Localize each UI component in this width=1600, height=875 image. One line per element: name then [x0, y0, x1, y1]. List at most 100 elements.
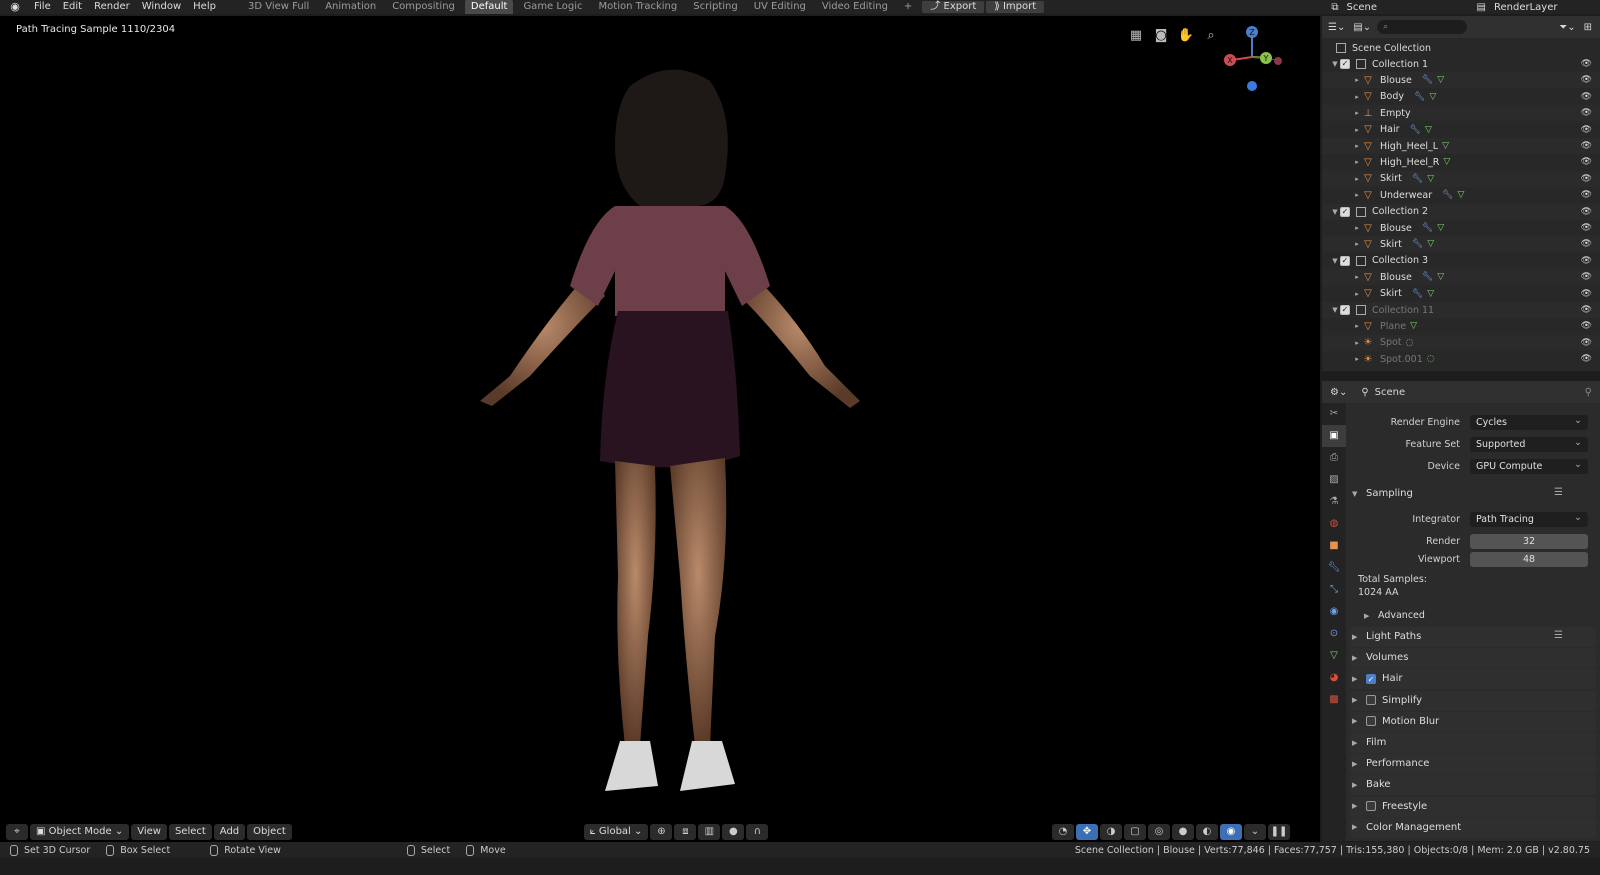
pause-render-icon[interactable]: ❚❚	[1268, 824, 1290, 840]
panel-enable-checkbox[interactable]	[1366, 801, 1376, 812]
modifier-tab-icon[interactable]: 🔧︎	[1322, 557, 1346, 579]
eye-visibility-icon[interactable]: 👁︎	[1581, 338, 1592, 348]
navigation-gizmo[interactable]: Z X Y	[1222, 22, 1286, 94]
world-tab-icon[interactable]: ◍	[1322, 513, 1346, 535]
eye-visibility-icon[interactable]: 👁︎	[1581, 157, 1592, 167]
menu-window[interactable]: Window	[136, 0, 187, 14]
eye-visibility-icon[interactable]: 👁︎	[1581, 321, 1592, 331]
eye-visibility-icon[interactable]: 👁︎	[1581, 354, 1592, 364]
collapse-triangle-icon[interactable]: ▼	[1330, 306, 1340, 314]
view-layer-tab-icon[interactable]: ▨	[1322, 469, 1346, 491]
snap-target-icon[interactable]: ▥	[698, 824, 721, 840]
camera-view-icon[interactable]: ◙	[1151, 26, 1171, 46]
outliner-object-row[interactable]: ▸ ☀ Spot ◌ 👁︎	[1322, 334, 1600, 351]
mesh-data-icon[interactable]: ▽	[1442, 141, 1449, 151]
expand-triangle-icon[interactable]: ▸	[1352, 76, 1362, 84]
snap-icon[interactable]: ⧈	[674, 824, 697, 840]
grid-view-icon[interactable]: ▦	[1126, 26, 1146, 46]
xray-toggle-icon[interactable]: ▢	[1124, 824, 1146, 840]
new-collection-icon[interactable]: ⊞	[1584, 22, 1592, 33]
expand-triangle-icon[interactable]: ▸	[1352, 273, 1362, 281]
rendered-shading-icon[interactable]: ◉	[1220, 824, 1242, 840]
panel-header[interactable]: ▶ Color Management	[1352, 822, 1461, 833]
expand-triangle-icon[interactable]: ▸	[1352, 339, 1362, 347]
select-menu[interactable]: Select	[168, 824, 212, 840]
tab-default[interactable]: Default	[464, 0, 514, 14]
eye-visibility-icon[interactable]: 👁︎	[1581, 190, 1592, 200]
pin-icon[interactable]: ⚲	[1585, 387, 1592, 398]
feature-set-dropdown[interactable]: Supported	[1470, 435, 1588, 452]
mesh-data-icon[interactable]: ▽	[1429, 92, 1436, 102]
wrench-modifier-icon[interactable]: 🔧︎	[1422, 272, 1433, 282]
tab-scripting[interactable]: Scripting	[687, 0, 743, 14]
outliner-collection-row[interactable]: ▼ ✓ Collection 1 👁︎	[1322, 56, 1600, 72]
outliner-object-row[interactable]: ▸ ▽ Skirt 🔧︎ ▽ 👁︎	[1322, 236, 1600, 253]
layer-selector-icon[interactable]: ▤	[1473, 2, 1490, 13]
expand-triangle-icon[interactable]: ▸	[1352, 126, 1362, 134]
object-tab-icon[interactable]: ■	[1322, 535, 1346, 557]
expand-triangle-icon[interactable]: ▸	[1352, 191, 1362, 199]
mesh-data-icon[interactable]: ▽	[1458, 190, 1465, 200]
render-tab-icon[interactable]: ▣	[1322, 425, 1346, 447]
scene-name-field[interactable]: Scene	[1343, 2, 1473, 13]
exclude-checkbox[interactable]: ✓	[1340, 255, 1350, 266]
tab-game-logic[interactable]: Game Logic	[517, 0, 588, 14]
eye-visibility-icon[interactable]: 👁︎	[1581, 239, 1592, 249]
3d-viewport[interactable]: Path Tracing Sample 1110/2304 ▦ ◙ ✋ ⌕ Z …	[0, 16, 1320, 856]
export-button[interactable]: ⤴ Export	[922, 1, 985, 13]
viewport-samples-field[interactable]: 48	[1470, 552, 1588, 567]
outliner-object-row[interactable]: ▸ ▽ High_Heel_R ▽ 👁︎	[1322, 154, 1600, 170]
constraints-tab-icon[interactable]: ⊙	[1322, 623, 1346, 645]
tab-compositing[interactable]: Compositing	[386, 0, 461, 14]
outliner-collection-row[interactable]: ▼ ✓ Collection 2 👁︎	[1322, 203, 1600, 220]
light-data-icon[interactable]: ◌	[1406, 338, 1414, 348]
outliner-object-row[interactable]: ▸ ▽ Underwear 🔧︎ ▽ 👁︎	[1322, 187, 1600, 203]
wireframe-shading-icon[interactable]: ◎	[1148, 824, 1170, 840]
panel-header[interactable]: ▶ Light Paths	[1352, 631, 1421, 642]
menu-file[interactable]: File	[28, 0, 57, 14]
expand-triangle-icon[interactable]: ▸	[1352, 158, 1362, 166]
mesh-data-icon[interactable]: ▽	[1443, 157, 1450, 167]
expand-triangle-icon[interactable]: ▸	[1352, 322, 1362, 330]
mesh-data-icon[interactable]: ▽	[1437, 272, 1444, 282]
render-layer-field[interactable]: RenderLayer	[1490, 2, 1600, 13]
solid-shading-icon[interactable]: ●	[1172, 824, 1194, 840]
panel-header[interactable]: ▶ Performance	[1352, 758, 1429, 769]
scene-selector-icon[interactable]: ⧉	[1327, 2, 1342, 13]
add-workspace-button[interactable]: +	[898, 0, 918, 14]
panel-header[interactable]: ▶ ✓ Hair	[1352, 673, 1403, 684]
advanced-subpanel[interactable]: ▶ Advanced	[1364, 610, 1425, 621]
expand-triangle-icon[interactable]: ▸	[1352, 175, 1362, 183]
outliner-object-row[interactable]: ▸ ▽ Plane ▽ 👁︎	[1322, 318, 1600, 334]
physics-tab-icon[interactable]: ◉	[1322, 601, 1346, 623]
blender-logo-icon[interactable]: ◉	[8, 0, 22, 14]
panel-header[interactable]: ▶ Motion Blur	[1352, 716, 1439, 727]
wrench-modifier-icon[interactable]: 🔧︎	[1412, 289, 1423, 299]
mesh-data-icon[interactable]: ▽	[1425, 125, 1432, 135]
wrench-modifier-icon[interactable]: 🔧︎	[1414, 92, 1425, 102]
render-samples-field[interactable]: 32	[1470, 534, 1588, 549]
filter-icon[interactable]: ⏷⌄	[1559, 22, 1575, 33]
presets-list-icon[interactable]: ☰	[1554, 630, 1563, 641]
eye-visibility-icon[interactable]: 👁︎	[1581, 289, 1592, 299]
integrator-dropdown[interactable]: Path Tracing	[1470, 510, 1588, 527]
wrench-modifier-icon[interactable]: 🔧︎	[1412, 239, 1423, 249]
expand-triangle-icon[interactable]: ▸	[1352, 355, 1362, 363]
eye-visibility-icon[interactable]: 👁︎	[1581, 272, 1592, 282]
outliner-collection-row[interactable]: ▼ ✓ Collection 3 👁︎	[1322, 253, 1600, 269]
mesh-data-icon[interactable]: ▽	[1410, 321, 1417, 331]
outliner-object-row[interactable]: ▸ ▽ Hair 🔧︎ ▽ 👁︎	[1322, 122, 1600, 138]
view-menu[interactable]: View	[131, 824, 167, 840]
transform-orientation-dropdown[interactable]: ⟀ Global ⌄	[583, 824, 649, 840]
material-tab-icon[interactable]: ◕	[1322, 667, 1346, 689]
outliner-filter-mode-icon[interactable]: ▤⌄	[1353, 22, 1371, 33]
outliner-object-row[interactable]: ▸ ⊥ Empty 👁︎	[1322, 105, 1600, 122]
outliner-collection-row[interactable]: ▼ ✓ Collection 11 👁︎	[1322, 302, 1600, 318]
overlay-toggle-icon[interactable]: ◑	[1100, 824, 1122, 840]
object-mode-dropdown[interactable]: ▣ Object Mode ⌄	[30, 824, 130, 840]
mesh-data-icon[interactable]: ▽	[1427, 174, 1434, 184]
eye-visibility-icon[interactable]: 👁︎	[1581, 59, 1592, 69]
pan-hand-icon[interactable]: ✋	[1176, 26, 1196, 46]
scene-tab-icon[interactable]: ⚗	[1322, 491, 1346, 513]
shading-options-icon[interactable]: ⌄	[1244, 824, 1266, 840]
